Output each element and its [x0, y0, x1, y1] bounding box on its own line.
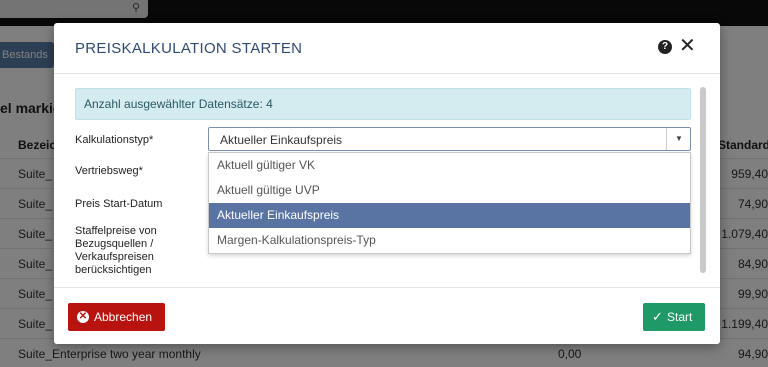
staffelpreise-label: Staffelpreise von Bezugsquellen / Verkau…	[75, 225, 157, 276]
dialog-body: Anzahl ausgewählter Datensätze: 4 Kalkul…	[54, 75, 720, 287]
kalkulationstyp-label: Kalkulationstyp*	[75, 134, 154, 146]
cancel-button[interactable]: ✕ Abbrechen	[68, 303, 165, 331]
help-icon[interactable]: ?	[658, 40, 672, 54]
kalkulationstyp-select[interactable]: Aktueller Einkaufspreis ▼	[208, 127, 691, 151]
caret-down-icon: ▼	[675, 134, 683, 143]
option-aktuell-gueltige-uvp[interactable]: Aktuell gültige UVP	[209, 178, 690, 203]
dropdown-toggle[interactable]: ▼	[666, 128, 690, 150]
kalkulationstyp-options: Aktuell gültiger VK Aktuell gültige UVP …	[208, 152, 691, 254]
option-margen-kalkulationspreis-typ[interactable]: Margen-Kalkulationspreis-Typ	[209, 228, 690, 253]
kalkulationstyp-value: Aktueller Einkaufspreis	[220, 133, 343, 147]
start-button[interactable]: ✓ Start	[643, 303, 705, 331]
scrollbar[interactable]	[700, 87, 706, 273]
close-icon[interactable]: ✕	[679, 35, 696, 57]
vertriebsweg-label: Vertriebsweg*	[75, 165, 143, 177]
selection-count-info: Anzahl ausgewählter Datensätze: 4	[75, 88, 691, 120]
start-label: Start	[667, 310, 693, 324]
dialog-footer: ✕ Abbrechen ✓ Start	[54, 287, 720, 344]
check-icon: ✓	[652, 309, 663, 324]
option-aktueller-einkaufspreis[interactable]: Aktueller Einkaufspreis	[209, 203, 690, 228]
preiskalkulation-dialog: PREISKALKULATION STARTEN ? ✕ Anzahl ausg…	[54, 23, 720, 344]
dialog-title: PREISKALKULATION STARTEN	[75, 40, 303, 57]
option-aktuell-gueltiger-vk[interactable]: Aktuell gültiger VK	[209, 153, 690, 178]
dialog-header: PREISKALKULATION STARTEN ? ✕	[54, 23, 720, 74]
cancel-icon: ✕	[77, 311, 89, 323]
cancel-label: Abbrechen	[94, 310, 153, 324]
preis-start-datum-label: Preis Start-Datum	[75, 198, 163, 210]
